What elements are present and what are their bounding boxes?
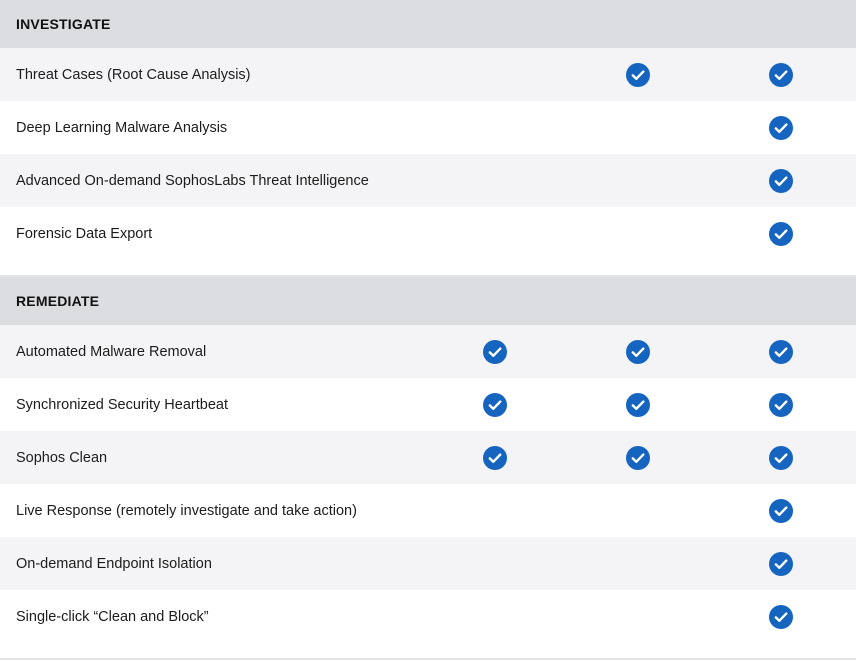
check-circle-icon: [626, 445, 650, 470]
check-circle-icon: [483, 392, 507, 417]
feature-label: Single-click “Clean and Block”: [16, 608, 209, 625]
check-circle-icon: [769, 551, 793, 576]
section-header: INVESTIGATE: [0, 0, 856, 48]
check-circle-icon: [769, 604, 793, 629]
check-circle-icon: [626, 392, 650, 417]
feature-row: Automated Malware Removal: [0, 325, 856, 378]
section-divider: [0, 260, 856, 277]
check-circle-icon: [483, 445, 507, 470]
check-circle-icon: [769, 339, 793, 364]
feature-label: Live Response (remotely investigate and …: [16, 502, 357, 519]
feature-comparison-table: INVESTIGATE Threat Cases (Root Cause Anal…: [0, 0, 856, 660]
feature-row: Advanced On-demand SophosLabs Threat Int…: [0, 154, 856, 207]
check-circle-icon: [769, 62, 793, 87]
feature-label: Automated Malware Removal: [16, 343, 207, 360]
feature-row: Sophos Clean: [0, 431, 856, 484]
check-circle-icon: [769, 445, 793, 470]
feature-row: On-demand Endpoint Isolation: [0, 537, 856, 590]
feature-label: On-demand Endpoint Isolation: [16, 555, 212, 572]
section-remediate: REMEDIATE Automated Malware Removal Synchr…: [0, 277, 856, 643]
check-circle-icon: [769, 115, 793, 140]
feature-label: Forensic Data Export: [16, 225, 153, 242]
feature-label: Advanced On-demand SophosLabs Threat Int…: [16, 172, 369, 189]
feature-row: Live Response (remotely investigate and …: [0, 484, 856, 537]
check-circle-icon: [769, 168, 793, 193]
feature-row: Synchronized Security Heartbeat: [0, 378, 856, 431]
feature-row: Forensic Data Export: [0, 207, 856, 260]
check-circle-icon: [626, 62, 650, 87]
check-circle-icon: [626, 339, 650, 364]
feature-label: Deep Learning Malware Analysis: [16, 119, 228, 136]
feature-label: Synchronized Security Heartbeat: [16, 396, 228, 413]
feature-label: Sophos Clean: [16, 449, 108, 466]
check-circle-icon: [483, 339, 507, 364]
check-circle-icon: [769, 221, 793, 246]
section-header: REMEDIATE: [0, 277, 856, 325]
feature-label: Threat Cases (Root Cause Analysis): [16, 66, 251, 83]
section-investigate: INVESTIGATE Threat Cases (Root Cause Anal…: [0, 0, 856, 260]
check-circle-icon: [769, 392, 793, 417]
table-bottom-divider: [0, 643, 856, 660]
feature-row: Threat Cases (Root Cause Analysis): [0, 48, 856, 101]
feature-row: Deep Learning Malware Analysis: [0, 101, 856, 154]
check-circle-icon: [769, 498, 793, 523]
feature-row: Single-click “Clean and Block”: [0, 590, 856, 643]
